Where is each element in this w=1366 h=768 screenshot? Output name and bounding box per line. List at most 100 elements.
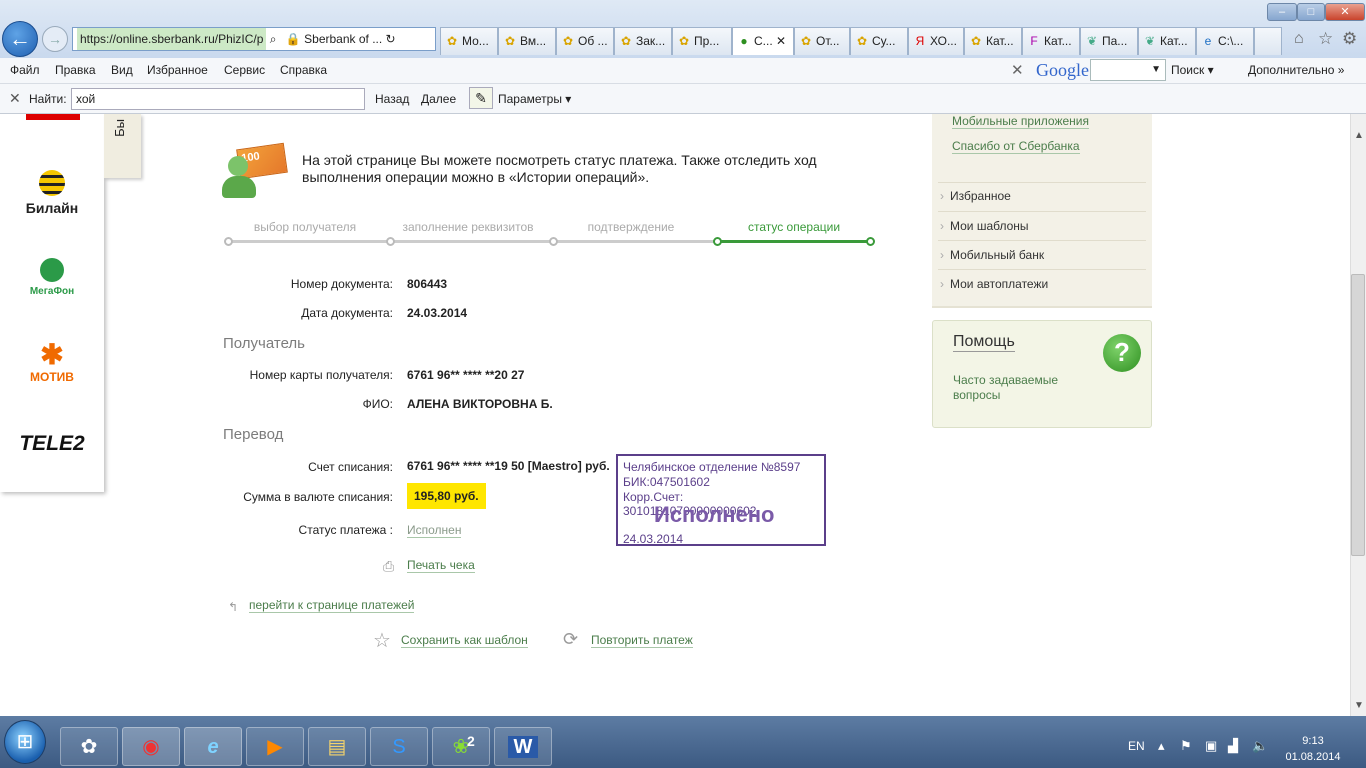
signal-icon[interactable]: ▟ [1228, 738, 1238, 754]
taskbar-app-explorer[interactable]: ▤ [308, 727, 366, 766]
taskbar-app-ie[interactable]: e [184, 727, 242, 766]
scrollbar-thumb[interactable] [1351, 274, 1365, 556]
windows-logo-icon: ⊞ [16, 731, 34, 753]
browser-tab[interactable]: ✿ Пр... [672, 27, 732, 55]
sidebar-item-autopayments[interactable]: Мои автоплатежи [938, 277, 1146, 291]
star-icon[interactable]: ☆ [1318, 29, 1333, 49]
back-button[interactable]: ← [2, 21, 38, 57]
back-to-payments-link[interactable]: перейти к странице платежей [249, 598, 415, 613]
browser-tab[interactable]: ✿ Су... [850, 27, 908, 55]
sidebar-link-spasibo[interactable]: Спасибо от Сбербанка [952, 139, 1080, 154]
highlight-icon[interactable]: ✎ [469, 87, 493, 109]
chevron-down-icon[interactable]: ▼ [1151, 64, 1161, 75]
sberbank-icon: ● [740, 34, 748, 48]
gear-icon[interactable]: ⚙ [1342, 29, 1357, 49]
tray-clock[interactable]: 9:13 01.08.2014 [1282, 733, 1344, 765]
flower-icon: ✿ [800, 34, 812, 48]
progress-track [228, 240, 718, 243]
mts-logo[interactable] [26, 114, 80, 120]
menu-edit[interactable]: Правка [55, 63, 96, 77]
operator-megafon[interactable]: МегаФон [0, 258, 104, 297]
scroll-down-icon[interactable]: ▼ [1354, 700, 1364, 711]
find-prev-button[interactable]: Назад [375, 92, 409, 106]
google-search-button[interactable]: Поиск ▾ [1171, 63, 1214, 77]
browser-tab[interactable]: ✿ Вм... [498, 27, 556, 55]
browser-tab[interactable]: ❦ Па... [1080, 27, 1138, 55]
menu-favorites[interactable]: Избранное [147, 63, 208, 77]
home-icon[interactable]: ⌂ [1294, 30, 1304, 48]
site-identity[interactable]: Sberbank of ... [304, 32, 382, 46]
step-1: выбор получателя [253, 220, 357, 234]
device-icon[interactable]: ▣ [1205, 738, 1217, 754]
browser-tab[interactable]: ✿ Зак... [614, 27, 672, 55]
save-template-link[interactable]: Сохранить как шаблон [401, 633, 528, 648]
address-bar[interactable]: https://online.sberbank.ru/PhizIC/р ⌕ 🔒 … [72, 27, 436, 51]
browser-tab[interactable]: ✿ Об ... [556, 27, 614, 55]
stamp-bik: БИК:047501602 [623, 475, 710, 489]
browser-tab[interactable]: ✿ От... [794, 27, 850, 55]
close-button[interactable]: ✕ [1325, 3, 1365, 21]
doc-number-label: Номер документа: [290, 277, 393, 291]
menu-help[interactable]: Справка [280, 63, 327, 77]
refresh-icon[interactable]: ↻ [386, 32, 396, 46]
taskbar-app-chrome[interactable]: ◉ [122, 727, 180, 766]
repeat-payment-link[interactable]: Повторить платеж [591, 633, 693, 648]
start-button[interactable]: ⊞ [4, 720, 46, 764]
find-input[interactable]: хой [71, 88, 365, 110]
star-outline-icon: ☆ [373, 630, 391, 652]
sidebar-item-favorites[interactable]: Избранное [938, 189, 1146, 203]
forward-button[interactable]: → [42, 26, 68, 52]
arrow-right-icon: → [48, 31, 62, 47]
browser-tab[interactable]: F Кат... [1022, 27, 1080, 55]
google-search-input[interactable]: ▼ [1090, 59, 1166, 81]
find-next-button[interactable]: Далее [421, 92, 456, 106]
debit-account: 6761 96** **** **19 50 [Maestro] руб. [407, 459, 610, 473]
operator-tele2[interactable]: TELE2 [0, 432, 104, 456]
minimize-button[interactable]: – [1267, 3, 1297, 21]
browser-tab[interactable]: ❦ Кат... [1138, 27, 1196, 55]
recipient-card-label: Номер карты получателя: [249, 368, 393, 382]
close-tab-icon[interactable]: ✕ [776, 34, 786, 48]
operator-motiv[interactable]: ✱ МОТИВ [0, 340, 104, 385]
taskbar-app-flower[interactable]: ✿ [60, 727, 118, 766]
taskbar-app-icq[interactable]: ❀ 2 [432, 727, 490, 766]
menu-file[interactable]: Файл [10, 63, 40, 77]
operator-panel-tab[interactable]: Бы [104, 114, 141, 178]
new-tab-button[interactable] [1254, 27, 1282, 55]
folder-icon: ▤ [327, 736, 347, 758]
ie-icon: e [207, 736, 219, 758]
volume-icon[interactable]: 🔈 [1252, 738, 1268, 754]
leaf-icon: ❦ [1086, 34, 1098, 48]
find-params-button[interactable]: Параметры ▾ [498, 92, 571, 106]
sidebar-link-mobile-apps[interactable]: Мобильные приложения [952, 114, 1089, 129]
maximize-button[interactable]: □ [1297, 3, 1325, 21]
faq-link[interactable]: Часто задаваемые вопросы [953, 373, 1083, 403]
scroll-up-icon[interactable]: ▲ [1354, 130, 1364, 141]
taskbar-app-word[interactable]: W [494, 727, 552, 766]
tray-expand-icon[interactable]: ▴ [1158, 738, 1165, 754]
google-more-button[interactable]: Дополнительно » [1248, 63, 1344, 77]
menu-tools[interactable]: Сервис [224, 63, 265, 77]
taskbar-app-skype[interactable]: S [370, 727, 428, 766]
tray-language[interactable]: EN [1128, 739, 1145, 753]
flag-icon[interactable]: ⚑ [1180, 738, 1192, 754]
close-icon[interactable]: ✕ [9, 90, 21, 107]
debit-account-label: Счет списания: [308, 460, 393, 474]
yandex-icon: Я [915, 34, 925, 48]
operator-beeline[interactable]: Билайн [0, 170, 104, 216]
browser-tab[interactable]: Я ХО... [908, 27, 964, 55]
browser-tab-active[interactable]: ● С... ✕ [732, 27, 794, 55]
payment-status-illustration: 100 [222, 142, 288, 200]
close-icon[interactable]: ✕ [1011, 61, 1024, 79]
taskbar-app-media[interactable]: ▶ [246, 727, 304, 766]
print-receipt-link[interactable]: Печать чека [407, 558, 475, 573]
browser-tab[interactable]: ✿ Мо... [440, 27, 498, 55]
lock-icon: 🔒 [285, 32, 301, 46]
sidebar-item-mobile-bank[interactable]: Мобильный банк [938, 248, 1146, 262]
arrow-left-icon: ← [9, 26, 31, 51]
browser-tab[interactable]: ✿ Кат... [964, 27, 1022, 55]
menu-view[interactable]: Вид [111, 63, 133, 77]
clock-date: 01.08.2014 [1285, 751, 1341, 763]
browser-tab[interactable]: e C:\... [1196, 27, 1254, 55]
sidebar-item-templates[interactable]: Мои шаблоны [938, 219, 1146, 233]
